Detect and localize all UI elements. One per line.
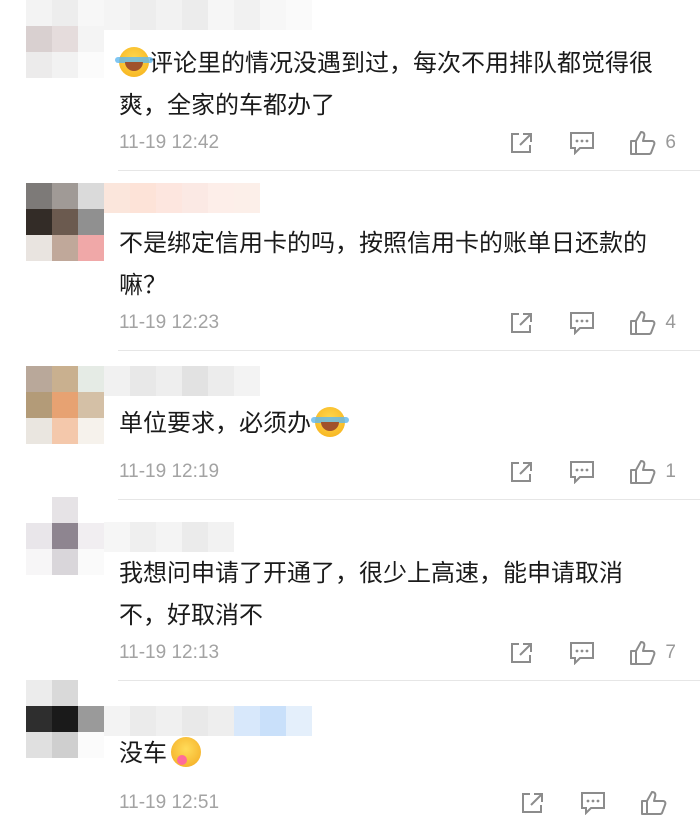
comment-timestamp: 11-19 12:42 xyxy=(119,132,220,153)
like-button[interactable] xyxy=(640,790,676,816)
divider xyxy=(118,499,700,500)
reply-button[interactable] xyxy=(569,641,595,665)
laugh-emoji-icon xyxy=(115,47,153,77)
divider xyxy=(118,680,700,681)
comment-actions: 7 xyxy=(475,639,676,667)
comment-timestamp: 11-19 12:13 xyxy=(119,642,220,663)
laugh-emoji-icon xyxy=(311,407,349,437)
comment-icon xyxy=(581,792,605,815)
like-count: 1 xyxy=(665,461,676,482)
comment-text: 没车 xyxy=(119,732,666,774)
thumbs-up-icon xyxy=(630,641,656,665)
share-button[interactable] xyxy=(509,460,535,484)
comment-timestamp: 11-19 12:51 xyxy=(119,792,220,813)
username-blurred xyxy=(104,366,260,396)
like-button[interactable]: 6 xyxy=(629,130,676,156)
username-blurred xyxy=(104,183,260,213)
comment-text: 我想问申请了开通了，很少上高速，能申请取消不，好取消不 xyxy=(119,559,623,629)
reply-button[interactable] xyxy=(580,791,606,815)
like-button[interactable]: 4 xyxy=(629,310,676,336)
comment-text: 单位要求，必须办 xyxy=(119,402,666,444)
comment-text: 不是绑定信用卡的吗，按照信用卡的账单日还款的嘛？ xyxy=(119,229,647,299)
like-count: 4 xyxy=(665,312,676,333)
divider xyxy=(118,170,700,171)
comment-icon xyxy=(570,642,595,665)
like-count: 7 xyxy=(665,642,676,663)
thumbs-up-icon xyxy=(630,131,656,155)
comment-timestamp: 11-19 12:19 xyxy=(119,461,220,482)
share-icon xyxy=(511,643,533,663)
share-button[interactable] xyxy=(509,311,535,335)
yum-emoji-icon xyxy=(171,737,201,767)
avatar[interactable] xyxy=(26,366,104,444)
avatar[interactable] xyxy=(26,497,104,575)
comment-text: 评论里的情况没遇到过，每次不用排队都觉得很爽，全家的车都办了 xyxy=(115,42,666,126)
comment-actions xyxy=(486,789,676,817)
divider xyxy=(118,350,700,351)
comment-text-content: 没车 xyxy=(119,739,167,767)
reply-button[interactable] xyxy=(569,311,595,335)
thumbs-up-icon xyxy=(641,791,667,815)
reply-button[interactable] xyxy=(569,131,595,155)
thumbs-up-icon xyxy=(630,460,656,484)
avatar[interactable] xyxy=(26,680,104,758)
comment-text-content: 评论里的情况没遇到过，每次不用排队都觉得很爽，全家的车都办了 xyxy=(119,49,653,119)
reply-button[interactable] xyxy=(569,460,595,484)
share-icon xyxy=(522,793,543,813)
comment-icon xyxy=(570,312,595,335)
comment-timestamp: 11-19 12:23 xyxy=(119,312,220,333)
avatar[interactable] xyxy=(26,0,104,78)
thumbs-up-icon xyxy=(630,311,656,335)
like-count: 6 xyxy=(665,132,676,153)
share-button[interactable] xyxy=(520,791,546,815)
share-icon xyxy=(511,462,533,482)
share-button[interactable] xyxy=(509,131,535,155)
like-button[interactable]: 7 xyxy=(629,640,676,666)
share-icon xyxy=(511,313,533,333)
comment-actions: 1 xyxy=(475,458,676,486)
comment-actions: 6 xyxy=(475,129,676,157)
comment-actions: 4 xyxy=(475,309,676,337)
like-button[interactable]: 1 xyxy=(629,459,676,485)
comment-icon xyxy=(570,461,595,484)
share-button[interactable] xyxy=(509,641,535,665)
share-icon xyxy=(511,133,533,153)
comment-icon xyxy=(570,132,595,155)
avatar[interactable] xyxy=(26,183,104,261)
username-blurred xyxy=(104,522,234,552)
username-blurred xyxy=(104,0,312,30)
comment-text-content: 单位要求，必须办 xyxy=(119,409,311,437)
